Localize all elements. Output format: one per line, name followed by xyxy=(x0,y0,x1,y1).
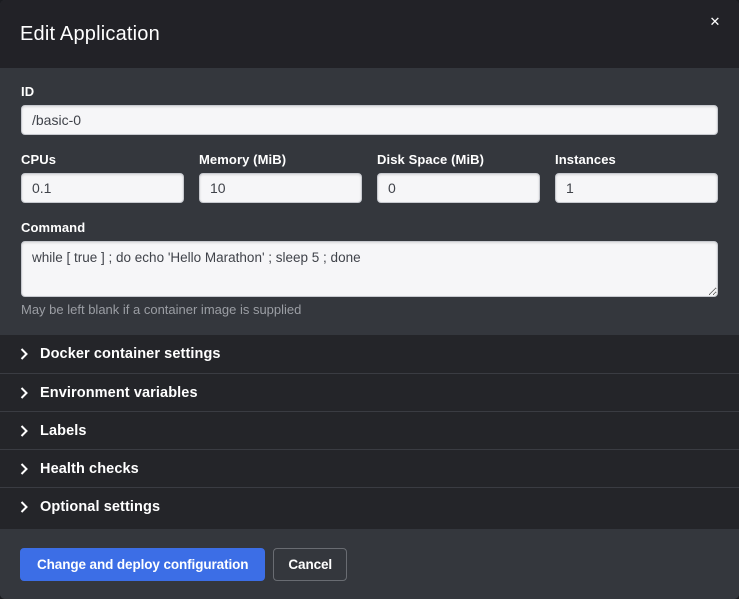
chevron-right-icon xyxy=(19,387,29,399)
cpus-label: CPUs xyxy=(21,152,184,167)
memory-label: Memory (MiB) xyxy=(199,152,362,167)
application-form: ID CPUs Memory (MiB) Disk Space (MiB) In… xyxy=(0,68,739,335)
section-optional-settings[interactable]: Optional settings xyxy=(0,487,739,525)
section-docker-container-settings[interactable]: Docker container settings xyxy=(0,335,739,373)
cancel-button[interactable]: Cancel xyxy=(273,548,347,581)
resources-row: CPUs Memory (MiB) Disk Space (MiB) Insta… xyxy=(21,152,718,203)
cpus-field-group: CPUs xyxy=(21,152,184,203)
disk-field-group: Disk Space (MiB) xyxy=(377,152,540,203)
collapsible-sections: Docker container settings Environment va… xyxy=(0,335,739,529)
change-and-deploy-button[interactable]: Change and deploy configuration xyxy=(20,548,265,581)
edit-application-modal: Edit Application ✕ ID CPUs Memory (MiB) … xyxy=(0,0,739,599)
section-label: Environment variables xyxy=(40,385,198,401)
section-label: Docker container settings xyxy=(40,346,221,362)
cpus-input[interactable] xyxy=(21,173,184,203)
command-label: Command xyxy=(21,220,718,235)
instances-input[interactable] xyxy=(555,173,718,203)
modal-header: Edit Application ✕ xyxy=(0,0,739,68)
chevron-right-icon xyxy=(19,348,29,360)
instances-label: Instances xyxy=(555,152,718,167)
chevron-right-icon xyxy=(19,425,29,437)
close-icon[interactable]: ✕ xyxy=(706,14,724,32)
command-field-group: Command while [ true ] ; do echo 'Hello … xyxy=(21,220,718,317)
disk-label: Disk Space (MiB) xyxy=(377,152,540,167)
section-health-checks[interactable]: Health checks xyxy=(0,449,739,487)
section-label: Labels xyxy=(40,423,87,439)
memory-field-group: Memory (MiB) xyxy=(199,152,362,203)
modal-footer: Change and deploy configuration Cancel xyxy=(0,529,739,599)
section-environment-variables[interactable]: Environment variables xyxy=(0,373,739,411)
id-input[interactable] xyxy=(21,105,718,135)
chevron-right-icon xyxy=(19,463,29,475)
section-labels[interactable]: Labels xyxy=(0,411,739,449)
memory-input[interactable] xyxy=(199,173,362,203)
chevron-right-icon xyxy=(19,501,29,513)
modal-title: Edit Application xyxy=(20,23,160,46)
id-field-group: ID xyxy=(21,84,718,135)
section-label: Optional settings xyxy=(40,499,160,515)
disk-input[interactable] xyxy=(377,173,540,203)
command-textarea[interactable]: while [ true ] ; do echo 'Hello Marathon… xyxy=(21,241,718,297)
section-label: Health checks xyxy=(40,461,139,477)
instances-field-group: Instances xyxy=(555,152,718,203)
command-help-text: May be left blank if a container image i… xyxy=(21,302,718,317)
id-label: ID xyxy=(21,84,718,99)
